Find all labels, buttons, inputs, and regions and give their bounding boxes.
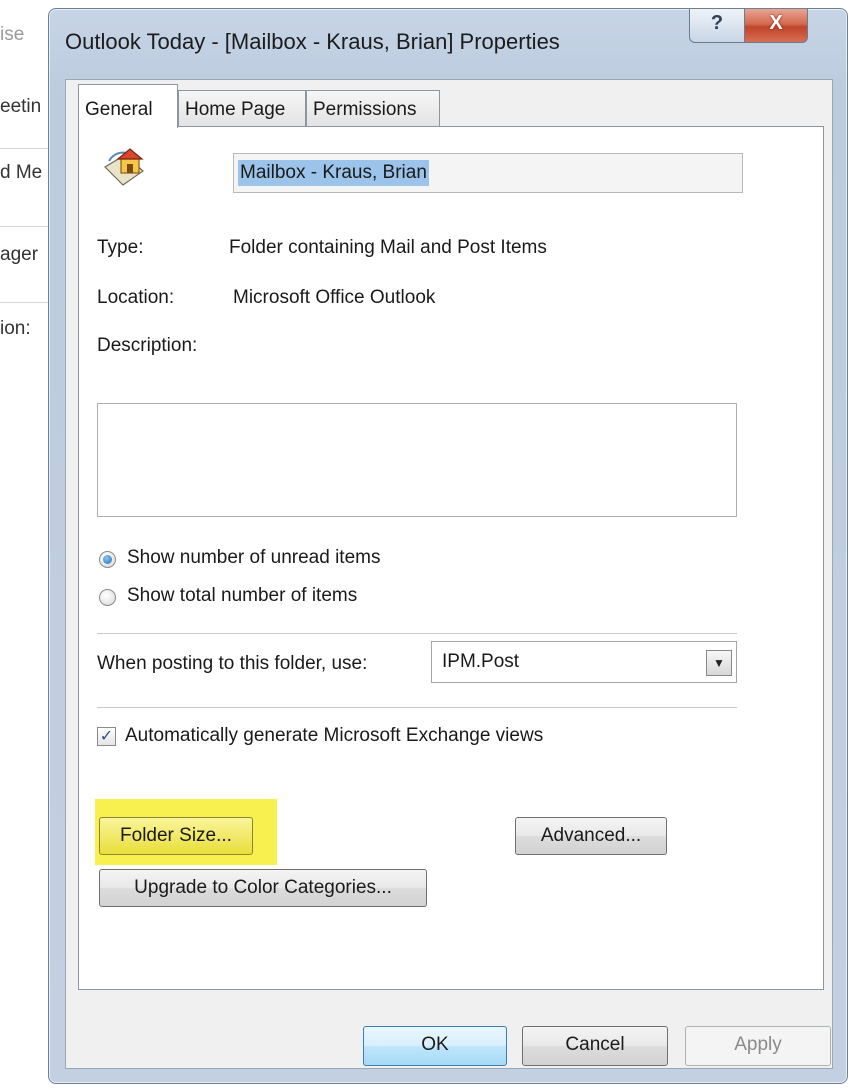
ok-button[interactable]: OK bbox=[363, 1026, 507, 1066]
close-button[interactable]: X bbox=[744, 9, 808, 43]
folder-name-value: Mailbox - Kraus, Brian bbox=[238, 160, 429, 186]
tab-general[interactable]: General bbox=[78, 84, 178, 128]
radio-show-total-label[interactable]: Show total number of items bbox=[127, 585, 357, 607]
background-text: ion: bbox=[0, 318, 31, 339]
background-text: eetin bbox=[0, 96, 42, 117]
close-icon: X bbox=[769, 12, 783, 34]
home-folder-icon bbox=[104, 148, 144, 186]
background-text: d Me bbox=[0, 162, 43, 183]
dialog-title: Outlook Today - [Mailbox - Kraus, Brian]… bbox=[65, 29, 560, 54]
chevron-down-icon[interactable]: ▼ bbox=[706, 650, 732, 676]
radio-show-unread-label[interactable]: Show number of unread items bbox=[127, 547, 380, 569]
background-divider bbox=[0, 302, 52, 303]
posting-form-value: IPM.Post bbox=[442, 651, 520, 672]
auto-views-checkbox[interactable]: ✓ bbox=[97, 727, 116, 746]
divider bbox=[97, 707, 737, 708]
divider bbox=[97, 633, 737, 634]
tab-home-page[interactable]: Home Page bbox=[178, 90, 306, 126]
advanced-button[interactable]: Advanced... bbox=[515, 817, 667, 855]
folder-name-field[interactable]: Mailbox - Kraus, Brian bbox=[233, 153, 743, 193]
posting-form-select[interactable]: IPM.Post ▼ bbox=[431, 641, 737, 683]
background-divider bbox=[0, 226, 52, 227]
posting-label: When posting to this folder, use: bbox=[97, 653, 368, 674]
background-divider bbox=[0, 148, 52, 149]
radio-show-unread[interactable] bbox=[99, 551, 116, 568]
auto-views-label[interactable]: Automatically generate Microsoft Exchang… bbox=[125, 725, 543, 747]
tab-permissions[interactable]: Permissions bbox=[306, 90, 440, 126]
cancel-button[interactable]: Cancel bbox=[522, 1026, 668, 1066]
help-icon: ? bbox=[710, 12, 724, 34]
description-textarea[interactable] bbox=[97, 403, 737, 517]
dialog-client-area: General Home Page Permissions Mailbox - … bbox=[65, 79, 833, 1069]
general-tab-panel: Mailbox - Kraus, Brian Type: Folder cont… bbox=[78, 126, 824, 990]
location-label: Location: bbox=[97, 287, 175, 308]
type-label: Type: bbox=[97, 237, 144, 258]
folder-size-button[interactable]: Folder Size... bbox=[99, 817, 253, 855]
type-value: Folder containing Mail and Post Items bbox=[229, 237, 547, 258]
location-value: Microsoft Office Outlook bbox=[233, 287, 436, 308]
help-button[interactable]: ? bbox=[689, 9, 745, 43]
background-text: ager bbox=[0, 244, 39, 265]
background-text: ise bbox=[0, 24, 25, 45]
apply-button[interactable]: Apply bbox=[685, 1026, 831, 1066]
upgrade-color-categories-button[interactable]: Upgrade to Color Categories... bbox=[99, 869, 427, 907]
description-label: Description: bbox=[97, 335, 198, 356]
properties-dialog: Outlook Today - [Mailbox - Kraus, Brian]… bbox=[48, 8, 848, 1084]
radio-show-total[interactable] bbox=[99, 589, 116, 606]
